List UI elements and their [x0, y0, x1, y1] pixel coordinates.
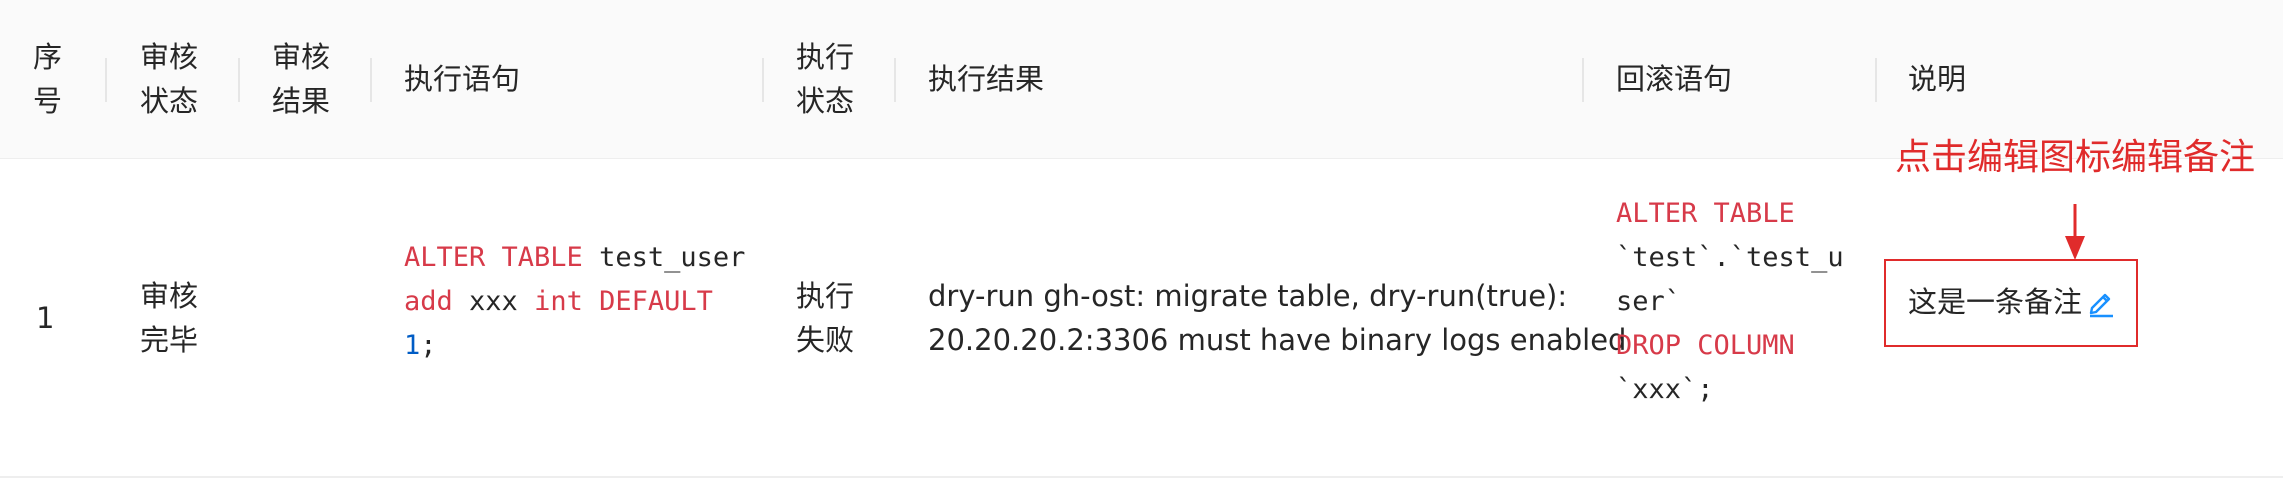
- column-divider: [238, 58, 240, 102]
- header-sql: 执行语句: [404, 62, 521, 96]
- column-divider: [105, 58, 107, 102]
- column-divider: [762, 58, 764, 102]
- column-divider: [370, 58, 372, 102]
- header-index-line2: 号: [33, 84, 63, 118]
- arrow-down-icon: [2065, 204, 2085, 260]
- cell-audit-status: 审核 完毕: [140, 279, 199, 357]
- header-exec-result: 执行结果: [928, 62, 1045, 96]
- cell-description: 这是一条备注: [1908, 285, 2083, 319]
- cell-index: 1: [36, 301, 55, 335]
- sql-line-2: add xxx int DEFAULT: [404, 286, 713, 317]
- header-index: 序 号: [33, 0, 62, 158]
- header-index-line1: 序: [33, 40, 63, 74]
- header-audit-result-line1: 审核: [272, 40, 331, 74]
- header-rollback-sql: 回滚语句: [1616, 62, 1733, 96]
- row-divider: [0, 476, 2283, 478]
- header-audit-result: 审核 结果: [272, 0, 330, 158]
- cell-rollback-sql: ALTER TABLE `test`.`test_u ser` DROP COL…: [1616, 198, 1844, 405]
- sql-line-3: 1;: [404, 330, 437, 361]
- column-divider: [1875, 58, 1877, 102]
- header-audit-status-line2: 状态: [140, 84, 199, 118]
- column-divider: [894, 58, 896, 102]
- sql-line-1: ALTER TABLE test_user: [404, 242, 746, 273]
- edit-icon[interactable]: [2086, 286, 2116, 318]
- header-exec-status-line1: 执行: [796, 40, 855, 74]
- column-divider: [1582, 58, 1584, 102]
- header-audit-result-line2: 结果: [272, 84, 331, 118]
- header-audit-status: 审核 状态: [140, 0, 198, 158]
- header-description: 说明: [1908, 62, 1967, 96]
- annotation-text: 点击编辑图标编辑备注: [1895, 137, 2256, 178]
- header-audit-status-line1: 审核: [140, 40, 199, 74]
- header-exec-status-line2: 状态: [796, 84, 855, 118]
- cell-sql: ALTER TABLE test_user add xxx int DEFAUL…: [404, 236, 745, 368]
- cell-exec-result: dry-run gh-ost: migrate table, dry-run(t…: [928, 279, 1627, 357]
- header-exec-status: 执行 状态: [796, 0, 854, 158]
- cell-exec-status: 执行 失败: [796, 279, 855, 357]
